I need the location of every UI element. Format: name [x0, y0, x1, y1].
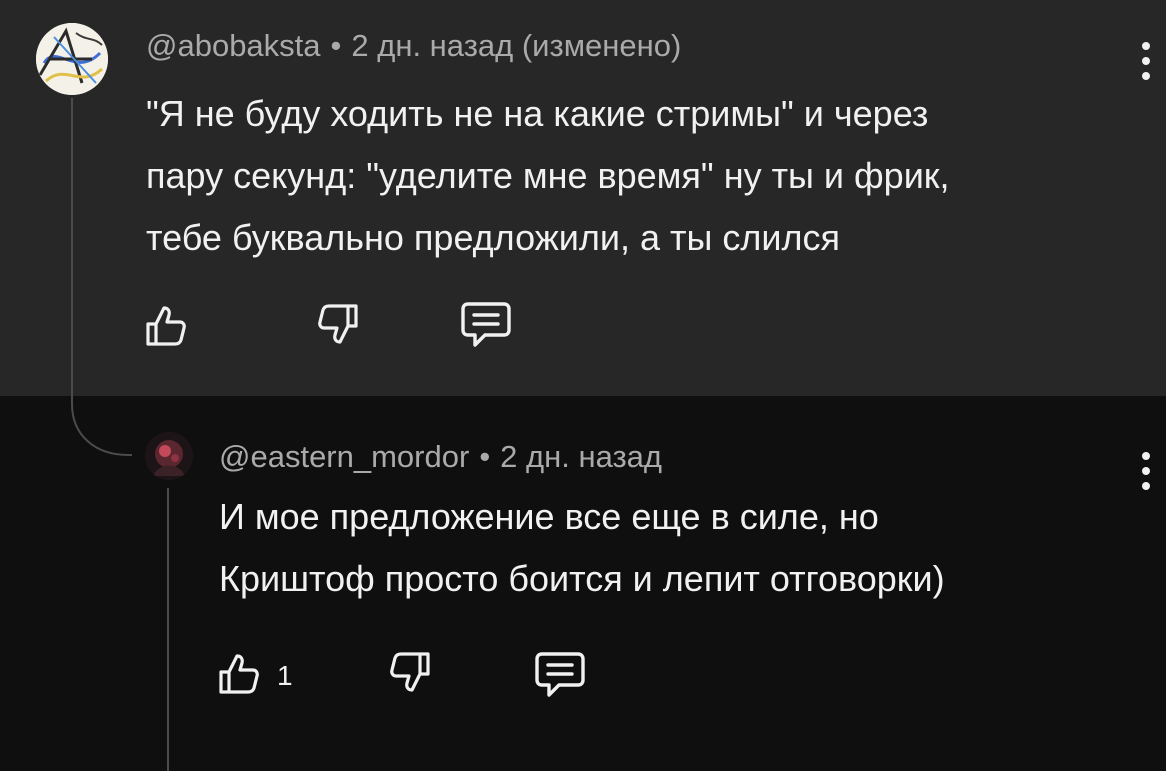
- author-name[interactable]: @abobaksta: [146, 28, 321, 63]
- more-vertical-icon[interactable]: [1136, 452, 1156, 490]
- reply-comment-icon: [535, 652, 585, 697]
- dislike-button[interactable]: [384, 648, 436, 701]
- more-vertical-icon[interactable]: [1136, 42, 1156, 80]
- thumbs-down-icon: [318, 304, 358, 344]
- comment-text-line: пару секунд: "уделите мне время" ну ты и…: [146, 155, 950, 196]
- thumbs-up-icon: [219, 654, 259, 694]
- comment-text-line: тебе буквально предложили, а ты слился: [146, 217, 841, 258]
- comment-text-line: Криштоф просто боится и лепит отговорки): [219, 558, 945, 599]
- comment-time[interactable]: 2 дн. назад (изменено): [351, 28, 681, 63]
- author-name[interactable]: @eastern_mordor: [219, 439, 469, 474]
- comment-text-line: И мое предложение все еще в силе, но: [219, 496, 879, 537]
- meta-separator: •: [479, 439, 491, 474]
- comment-time[interactable]: 2 дн. назад: [500, 439, 662, 474]
- comment-text: "Я не буду ходить не на какие стримы" и …: [146, 83, 950, 269]
- like-button[interactable]: [213, 650, 265, 703]
- comment-text: И мое предложение все еще в силе, но Кри…: [219, 486, 945, 610]
- comment-text-line: "Я не буду ходить не на какие стримы" и …: [146, 93, 929, 134]
- reply-button[interactable]: [533, 650, 587, 703]
- avatar-drawing: [145, 432, 193, 480]
- parent-comment: @abobaksta • 2 дн. назад (изменено) "Я не …: [0, 0, 1166, 396]
- thumbs-down-icon: [390, 652, 430, 692]
- reply-button[interactable]: [459, 300, 513, 353]
- meta-separator: •: [330, 28, 342, 63]
- comments-thread: @abobaksta • 2 дн. назад (изменено) "Я не …: [0, 0, 1166, 771]
- dislike-button[interactable]: [312, 300, 364, 353]
- avatar[interactable]: [36, 23, 108, 95]
- like-count: 1: [277, 660, 293, 691]
- avatar-drawing: [36, 23, 108, 95]
- avatar[interactable]: [145, 432, 193, 480]
- comment-meta: @eastern_mordor • 2 дн. назад: [219, 437, 662, 477]
- reply-comment-icon: [461, 302, 511, 347]
- thumbs-up-icon: [146, 306, 186, 346]
- like-button[interactable]: [140, 302, 192, 355]
- comment-meta: @abobaksta • 2 дн. назад (изменено): [146, 26, 681, 66]
